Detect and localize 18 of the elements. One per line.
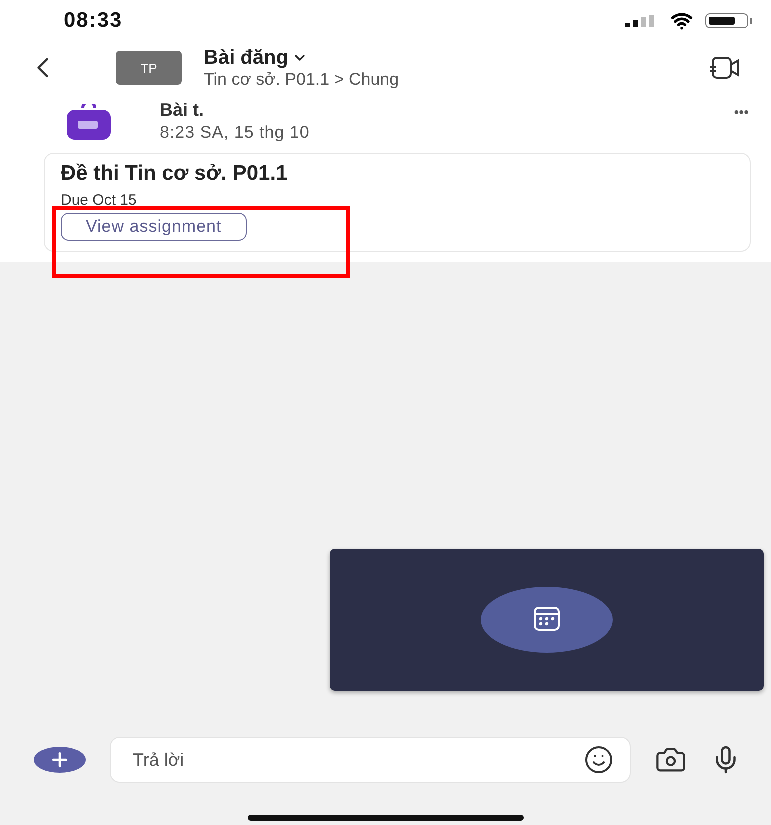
- due-date: Due Oct 15: [61, 192, 137, 209]
- add-button[interactable]: [34, 747, 86, 773]
- more-button[interactable]: •••: [734, 104, 749, 120]
- reply-field[interactable]: Trả lời: [131, 748, 584, 772]
- battery-icon: [705, 13, 753, 29]
- emoji-icon[interactable]: [584, 745, 614, 775]
- team-avatar: TP: [116, 51, 182, 85]
- backpack-icon: [64, 104, 114, 140]
- status-time: 08:33: [64, 9, 123, 33]
- assignment-title: Đề thi Tin cơ sở. P01.1: [61, 162, 288, 186]
- channel-path: Tin cơ sở. P01.1 > Chung: [204, 70, 400, 90]
- post-time: 8:23 SA, 15 thg 10: [160, 123, 311, 143]
- video-call-button[interactable]: [709, 55, 741, 81]
- channel-title[interactable]: Bài đăng: [204, 46, 709, 70]
- reply-box[interactable]: Trả lời: [110, 737, 631, 783]
- wifi-icon: [671, 10, 693, 32]
- view-assignment-button[interactable]: View assignment: [61, 213, 247, 241]
- post-author: Bài t.: [160, 100, 206, 121]
